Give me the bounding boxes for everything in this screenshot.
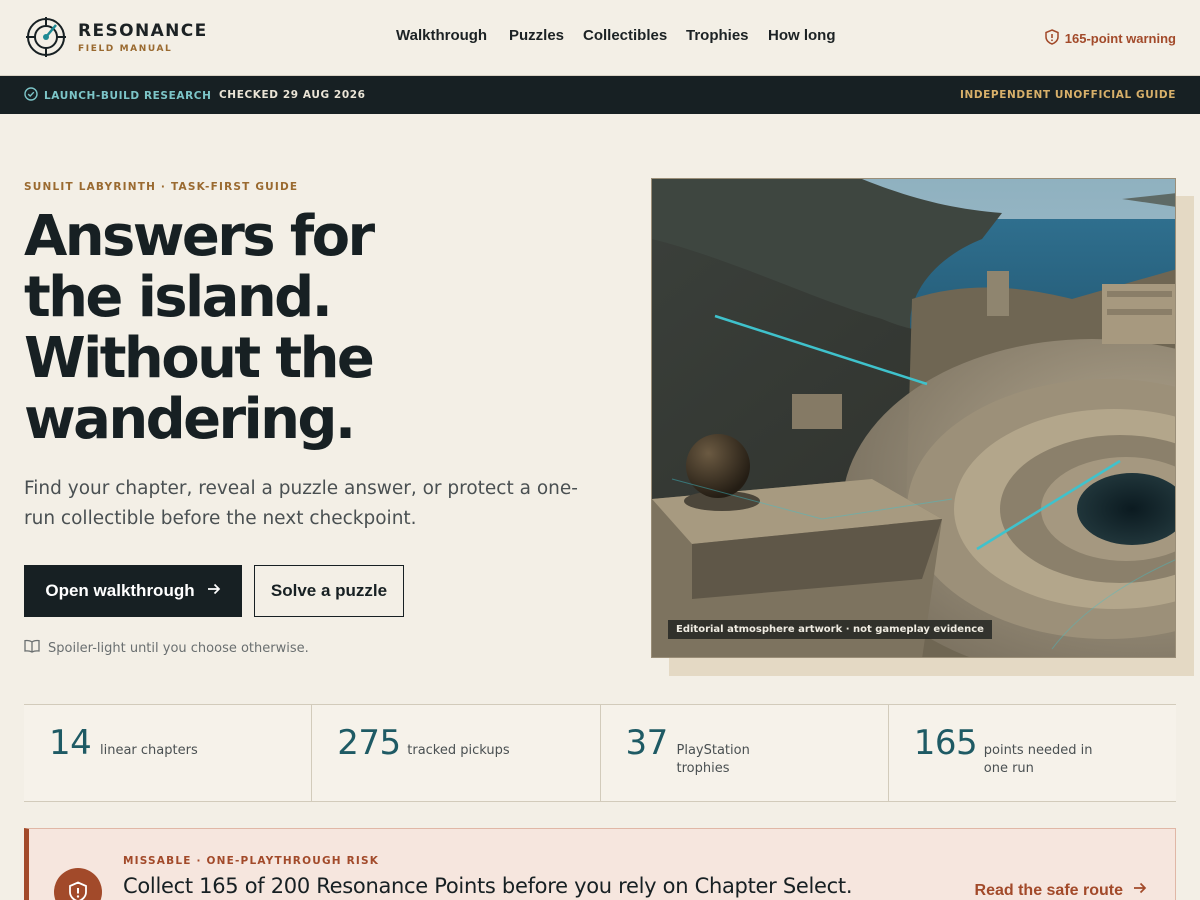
stat-label: tracked pickups	[407, 743, 510, 758]
stat-value: 165	[913, 723, 978, 763]
stat-label: points needed in one run	[983, 743, 1093, 776]
headline-line: the island.	[24, 265, 333, 330]
nav-walkthrough[interactable]: Walkthrough	[396, 27, 487, 44]
open-walkthrough-button[interactable]: Open walkthrough	[24, 565, 242, 617]
shield-alert-icon	[1045, 29, 1059, 48]
page-title: Answers for the island. Without the wand…	[24, 206, 444, 450]
alert-title: Collect 165 of 200 Resonance Points befo…	[123, 874, 853, 898]
alert-eyebrow: MISSABLE · ONE-PLAYTHROUGH RISK	[123, 855, 380, 867]
safe-route-label: Read the safe route	[974, 881, 1123, 899]
research-status: LAUNCH-BUILD RESEARCH	[24, 87, 211, 104]
stat-value: 37	[625, 723, 669, 763]
nav-collectibles[interactable]: Collectibles	[583, 27, 667, 44]
open-walkthrough-label: Open walkthrough	[45, 581, 195, 600]
stat-card: 14 linear chapters	[24, 705, 312, 801]
spoiler-note-label: Spoiler-light until you choose otherwise…	[48, 640, 309, 656]
arrow-right-icon	[207, 581, 221, 601]
guide-disclaimer: INDEPENDENT UNOFFICIAL GUIDE	[959, 89, 1176, 101]
stat-card: 37 PlayStation trophies	[599, 705, 888, 801]
research-label: LAUNCH-BUILD RESEARCH	[44, 89, 212, 102]
check-circle-icon	[24, 87, 38, 104]
compass-target-icon[interactable]	[26, 17, 66, 57]
point-warning-label: 165-point warning	[1064, 31, 1176, 46]
artwork-caption: Editorial atmosphere artwork · not gamep…	[668, 620, 992, 639]
solve-puzzle-button[interactable]: Solve a puzzle	[254, 565, 404, 617]
shield-alert-icon	[54, 868, 102, 900]
hero-eyebrow: SUNLIT LABYRINTH · TASK-FIRST GUIDE	[24, 181, 299, 193]
stat-label: linear chapters	[100, 743, 198, 758]
stat-label: PlayStation trophies	[676, 743, 750, 776]
stat-card: 275 tracked pickups	[311, 705, 600, 801]
stat-value: 275	[337, 723, 401, 763]
checked-date: CHECKED 29 AUG 2026	[219, 89, 366, 101]
brand-name[interactable]: RESONANCE	[78, 21, 208, 41]
hero-lede: Find your chapter, reveal a puzzle answe…	[24, 478, 578, 529]
headline-line: Without the	[24, 326, 375, 391]
spoiler-note: Spoiler-light until you choose otherwise…	[24, 639, 309, 657]
point-warning-link[interactable]: 165-point warning	[1045, 29, 1176, 48]
arrow-right-icon	[1133, 881, 1147, 900]
nav-trophies[interactable]: Trophies	[686, 27, 749, 44]
stats-strip: 14 linear chapters 275 tracked pickups 3…	[24, 704, 1176, 802]
missable-alert: MISSABLE · ONE-PLAYTHROUGH RISK Collect …	[24, 828, 1176, 900]
headline-line: Answers for	[24, 204, 375, 269]
stat-value: 14	[49, 723, 92, 763]
hero-artwork: Editorial atmosphere artwork · not gamep…	[651, 178, 1176, 658]
nav-puzzles[interactable]: Puzzles	[509, 27, 564, 44]
site-header: RESONANCE FIELD MANUAL Walkthrough Puzzl…	[0, 0, 1200, 76]
brand-subtitle: FIELD MANUAL	[78, 44, 173, 54]
nav-how-long[interactable]: How long	[768, 27, 836, 44]
status-bar: LAUNCH-BUILD RESEARCH CHECKED 29 AUG 202…	[0, 76, 1200, 114]
safe-route-link[interactable]: Read the safe route	[975, 881, 1147, 900]
headline-line: wandering.	[24, 387, 356, 452]
stat-card: 165 points needed in one run	[887, 705, 1176, 801]
book-open-icon	[24, 639, 40, 657]
